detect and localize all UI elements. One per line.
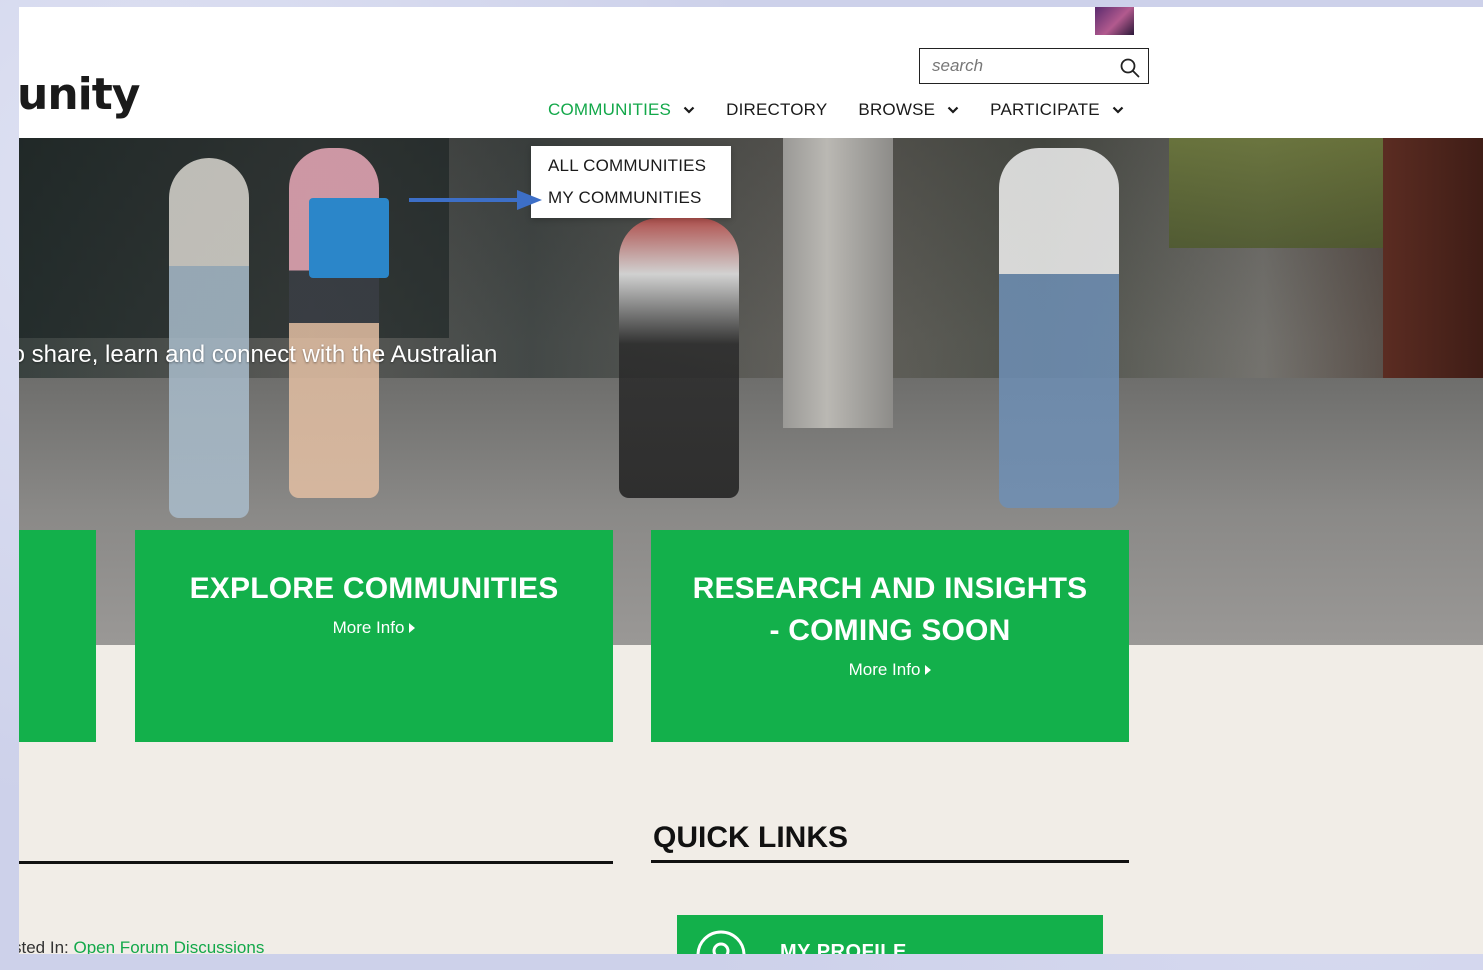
quick-link-label: MY PROFILE <box>780 941 907 954</box>
more-info-label: More Info <box>848 660 921 679</box>
search-box <box>919 48 1149 84</box>
caret-right-icon <box>925 665 932 675</box>
quick-link-my-profile[interactable]: MY PROFILE <box>677 915 1103 954</box>
hero-tagline: to share, learn and connect with the Aus… <box>19 341 498 368</box>
card-title: EXPLORE COMMUNITIES <box>189 572 559 605</box>
nav-communities-label: COMMUNITIES <box>548 100 672 119</box>
more-info-label: More Info <box>332 618 405 637</box>
chevron-down-icon <box>1112 106 1124 114</box>
posted-in-label: sted In: <box>19 938 69 954</box>
user-avatar[interactable] <box>1095 7 1134 35</box>
posted-in-link[interactable]: Open Forum Discussions <box>74 938 265 954</box>
web-page: to share, learn and connect with the Aus… <box>19 7 1483 954</box>
hero-person <box>999 148 1119 508</box>
nav-browse[interactable]: BROWSE <box>858 100 959 120</box>
nav-browse-label: BROWSE <box>858 100 936 119</box>
hero-person <box>169 158 249 518</box>
nav-participate[interactable]: PARTICIPATE <box>990 100 1124 120</box>
more-info-link[interactable]: More Info <box>849 660 932 680</box>
nav-participate-label: PARTICIPATE <box>990 100 1100 119</box>
annotation-arrow-icon <box>409 190 542 210</box>
card-title-line-2: - COMING SOON <box>769 614 1011 647</box>
location-pin-icon <box>696 930 746 954</box>
nav-communities[interactable]: COMMUNITIES <box>548 100 695 120</box>
quick-links-heading: QUICK LINKS <box>653 821 848 854</box>
quick-links-divider <box>651 860 1129 863</box>
site-logo[interactable]: unity <box>19 69 140 120</box>
chevron-down-icon <box>683 106 695 114</box>
communities-dropdown: ALL COMMUNITIES MY COMMUNITIES <box>531 146 731 218</box>
caret-right-icon <box>409 623 416 633</box>
main-nav: COMMUNITIES DIRECTORY BROWSE PARTICIPATE <box>548 97 1124 123</box>
feature-card-research[interactable]: RESEARCH AND INSIGHTS - COMING SOON More… <box>651 530 1129 742</box>
search-input[interactable] <box>932 55 1112 77</box>
card-title-line-1: RESEARCH AND INSIGHTS <box>692 572 1088 605</box>
menu-item-all-communities[interactable]: ALL COMMUNITIES <box>531 150 731 182</box>
hero-person <box>619 218 739 498</box>
nav-directory[interactable]: DIRECTORY <box>726 100 827 120</box>
section-divider <box>19 861 613 864</box>
site-header: unity COMMUNITIES DIRECTORY BROWSE PARTI… <box>19 7 1483 138</box>
post-meta: sted In: Open Forum Discussions <box>19 938 264 954</box>
feature-card-partial[interactable] <box>19 530 96 742</box>
search-icon[interactable] <box>1120 58 1140 78</box>
more-info-link[interactable]: More Info <box>333 618 416 638</box>
feature-card-explore[interactable]: EXPLORE COMMUNITIES More Info <box>135 530 613 742</box>
chevron-down-icon <box>947 106 959 114</box>
menu-item-my-communities[interactable]: MY COMMUNITIES <box>531 182 731 214</box>
nav-directory-label: DIRECTORY <box>726 100 828 119</box>
hero-folder <box>309 198 389 278</box>
